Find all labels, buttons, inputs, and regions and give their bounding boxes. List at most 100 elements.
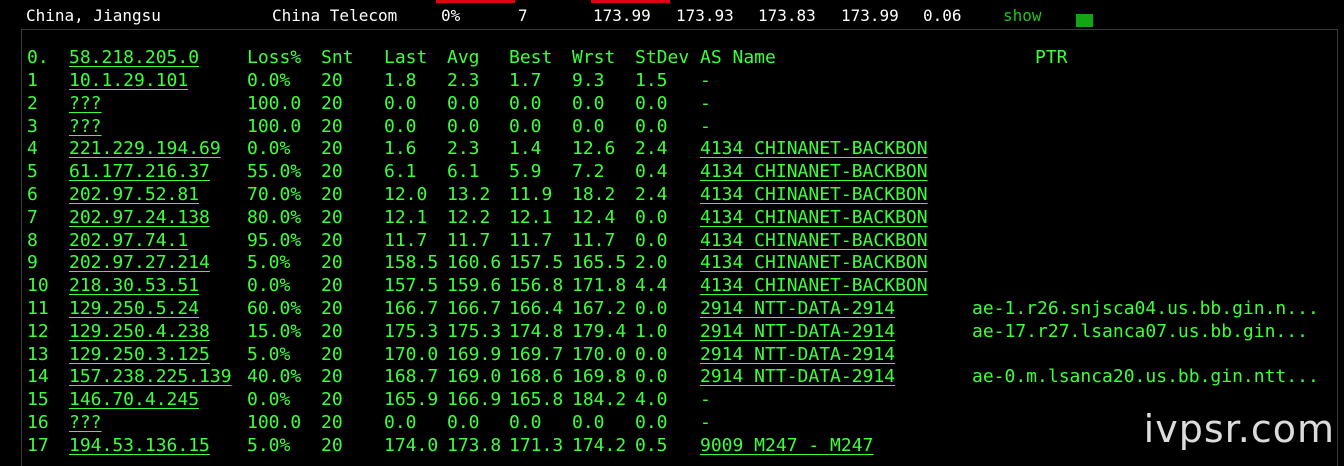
cell-wrst: 7.2 — [572, 161, 605, 183]
cell-as: - — [700, 389, 711, 411]
cell-loss: 80.0% — [247, 206, 302, 228]
cell-as-link[interactable]: 4134 CHINANET-BACKBON — [700, 161, 928, 184]
cell-wrst: 184.2 — [572, 389, 627, 411]
cell-stdev: 0.0 — [635, 298, 668, 319]
cell-host-link[interactable]: 194.53.136.15 — [69, 435, 210, 458]
cell-host-link[interactable]: 221.229.194.69 — [69, 138, 221, 161]
cell-host-link[interactable]: 129.250.3.125 — [69, 344, 210, 367]
cell-wrst: 167.2 — [572, 298, 627, 319]
cell-loss: 95.0% — [247, 229, 302, 251]
cell-stdev: 4.0 — [635, 389, 668, 411]
cell-num: 12 — [27, 320, 49, 342]
cell-snt: 20 — [321, 161, 343, 183]
cell-host-link[interactable]: 202.97.74.1 — [69, 230, 188, 253]
cell-as-link[interactable]: 2914 NTT-DATA-2914 — [700, 366, 895, 389]
cell-as-link[interactable]: 2914 NTT-DATA-2914 — [700, 344, 895, 367]
table-row: 12 129.250.4.238 15.0% 20 175.3 175.3 174.8 179… — [22, 321, 1337, 344]
summary-stdev: 0.06 — [923, 6, 962, 25]
cell-snt: 20 — [321, 206, 343, 228]
cell-as-link[interactable]: 4134 CHINANET-BACKBON — [700, 138, 928, 161]
cell-as-link[interactable]: 4134 CHINANET-BACKBON — [700, 207, 928, 230]
cell-loss: 5.0% — [247, 343, 291, 365]
cell-stdev: 2.0 — [635, 252, 668, 274]
cell-host-link[interactable]: ??? — [69, 93, 102, 116]
cell-wrst: 18.2 — [572, 184, 616, 205]
cell-as: - — [700, 70, 711, 91]
cell-host-link[interactable]: 202.97.52.81 — [69, 184, 199, 207]
cell-host-link[interactable]: 202.97.24.138 — [69, 207, 210, 230]
cell-num: 2 — [27, 92, 38, 114]
cell-loss: 0.0% — [247, 389, 291, 411]
cell-avg: 166.9 — [447, 389, 502, 411]
cell-avg: 2.3 — [447, 70, 480, 91]
cell-as-link[interactable]: 9009 M247 - M247 — [700, 435, 873, 458]
cell-avg: 159.6 — [447, 275, 502, 297]
show-button[interactable]: show — [1003, 6, 1042, 25]
cell-as-link[interactable]: 4134 CHINANET-BACKBON — [700, 184, 928, 207]
mtr-panel: 0. 58.218.205.0 Loss% Snt Last Avg Best … — [21, 29, 1338, 466]
cell-avg: 166.7 — [447, 298, 502, 319]
cell-best: 166.4 — [509, 298, 564, 319]
cell-snt: 20 — [321, 434, 343, 456]
cell-num: 3 — [27, 115, 38, 137]
cell-num: 1 — [27, 70, 38, 91]
cell-avg: 2.3 — [447, 138, 480, 160]
cell-num: 13 — [27, 343, 49, 365]
cell-host-link[interactable]: ??? — [69, 412, 102, 435]
cell-loss: 0.0% — [247, 70, 291, 91]
cell-last: 0.0 — [384, 115, 417, 137]
cell-snt: 20 — [321, 389, 343, 411]
cell-as-link[interactable]: 4134 CHINANET-BACKBON — [700, 230, 928, 253]
cell-avg: 173.8 — [447, 434, 502, 456]
cell-avg: 11.7 — [447, 229, 491, 251]
cell-host-link[interactable]: 146.70.4.245 — [69, 389, 199, 412]
cell-loss: 100.0 — [247, 92, 302, 114]
cell-stdev: 0.0 — [635, 229, 668, 251]
table-row: 17 194.53.136.15 5.0% 20 174.0 173.8 171.3 174.… — [22, 435, 1337, 458]
table-row: 11 129.250.5.24 60.0% 20 166.7 166.7 166.4 167.… — [22, 298, 1337, 321]
cell-stdev: 0.5 — [635, 434, 668, 456]
cell-snt: 20 — [321, 70, 343, 91]
cell-wrst: 9.3 — [572, 70, 605, 91]
cell-as-link[interactable]: 4134 CHINANET-BACKBON — [700, 252, 928, 275]
cell-stdev: 4.4 — [635, 275, 668, 297]
cell-as-link[interactable]: 2914 NTT-DATA-2914 — [700, 321, 895, 344]
cell-loss: 55.0% — [247, 161, 302, 183]
cell-best: 171.3 — [509, 434, 564, 456]
cell-snt: 20 — [321, 184, 343, 205]
cell-last: 166.7 — [384, 298, 439, 319]
cell-loss: 70.0% — [247, 184, 302, 205]
cell-as: - — [700, 412, 711, 433]
cell-avg: 6.1 — [447, 161, 480, 183]
cell-snt: 20 — [321, 252, 343, 274]
cell-as: - — [700, 92, 711, 114]
cell-loss: 100.0 — [247, 115, 302, 137]
cell-host-link[interactable]: 61.177.216.37 — [69, 161, 210, 184]
cell-stdev: 0.0 — [635, 343, 668, 365]
cell-stdev: 0.0 — [635, 366, 668, 388]
cell-host-link[interactable]: 129.250.5.24 — [69, 298, 199, 321]
cell-snt: 20 — [321, 138, 343, 160]
cell-host-link[interactable]: 10.1.29.101 — [69, 70, 188, 93]
cell-num: 17 — [27, 434, 49, 456]
cell-best: 11.7 — [509, 229, 553, 251]
cell-last: 157.5 — [384, 275, 439, 297]
cell-host-link[interactable]: 218.30.53.51 — [69, 275, 199, 298]
header-loss: Loss% — [247, 47, 302, 68]
cell-wrst: 179.4 — [572, 320, 627, 342]
summary-sent: 7 — [518, 6, 528, 25]
cell-ptr: ae-0.m.lsanca20.us.bb.gin.ntt... — [972, 366, 1319, 388]
summary-loss: 0% — [441, 6, 461, 25]
cell-best: 168.6 — [509, 366, 564, 388]
cell-as-link[interactable]: 2914 NTT-DATA-2914 — [700, 298, 895, 321]
cell-loss: 0.0% — [247, 138, 291, 160]
cell-as-link[interactable]: 4134 CHINANET-BACKBON — [700, 275, 928, 298]
table-row: 5 61.177.216.37 55.0% 20 6.1 6.1 5.9 7.2 0.4 4134… — [22, 161, 1337, 184]
cell-host-link[interactable]: 129.250.4.238 — [69, 321, 210, 344]
cell-host-link[interactable]: ??? — [69, 116, 102, 139]
cell-loss: 0.0% — [247, 275, 291, 297]
cell-host-link[interactable]: 202.97.27.214 — [69, 252, 210, 275]
cell-wrst: 11.7 — [572, 229, 616, 251]
watermark: ivpsr.com — [1143, 407, 1335, 451]
cell-host-link[interactable]: 157.238.225.139 — [69, 366, 232, 389]
